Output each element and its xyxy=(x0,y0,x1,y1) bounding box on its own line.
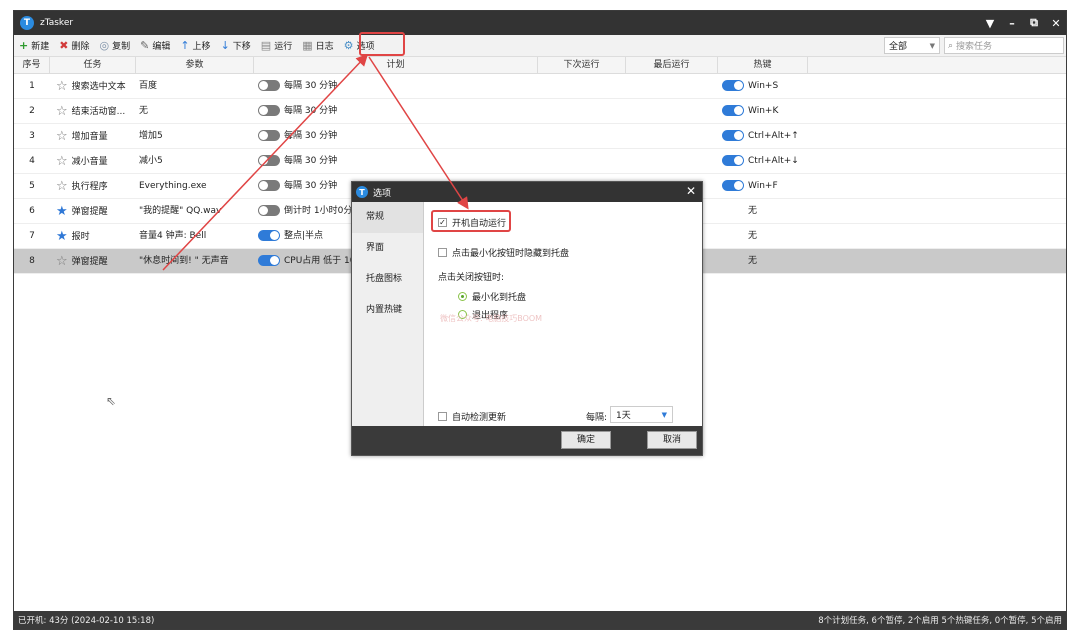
arrow-row-to-options xyxy=(162,53,369,271)
arrow-options-to-autostart xyxy=(368,56,469,210)
annotation-arrows xyxy=(162,53,469,271)
